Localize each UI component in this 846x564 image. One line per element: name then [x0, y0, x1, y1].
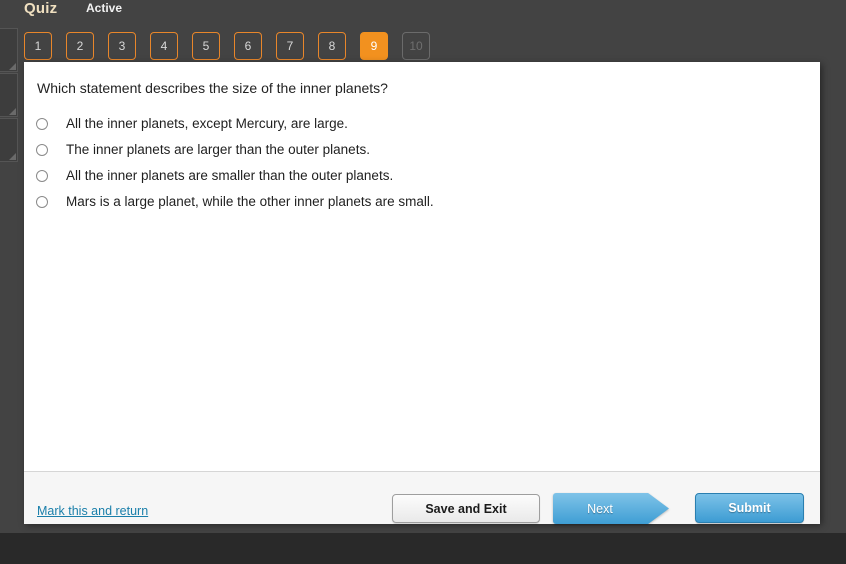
radio-button-icon[interactable] [36, 118, 48, 130]
radio-button-icon[interactable] [36, 170, 48, 182]
left-panel-3 [0, 118, 18, 162]
bottom-band [0, 533, 846, 564]
resize-grip-icon[interactable] [9, 108, 16, 115]
answer-option[interactable]: All the inner planets, except Mercury, a… [36, 114, 736, 140]
question-tab-9[interactable]: 9 [360, 32, 388, 60]
answer-option[interactable]: The inner planets are larger than the ou… [36, 140, 736, 166]
quiz-card: Which statement describes the size of th… [24, 62, 820, 524]
resize-grip-icon[interactable] [9, 153, 16, 160]
quiz-footer: Mark this and return Save and Exit Next … [24, 471, 820, 524]
question-tab-4[interactable]: 4 [150, 32, 178, 60]
answer-option[interactable]: All the inner planets are smaller than t… [36, 166, 736, 192]
question-tab-1[interactable]: 1 [24, 32, 52, 60]
next-button-label: Next [587, 501, 613, 516]
answer-option-label: Mars is a large planet, while the other … [66, 194, 434, 209]
left-panel-2 [0, 73, 18, 117]
quiz-header: Quiz Active [0, 0, 846, 24]
submit-button[interactable]: Submit [695, 493, 804, 523]
question-tab-2[interactable]: 2 [66, 32, 94, 60]
next-button[interactable]: Next [553, 493, 669, 524]
quiz-screen: Quiz Active 1 2 3 4 5 6 7 8 9 10 Which statement … [0, 0, 846, 564]
page-title: Quiz [24, 0, 58, 17]
question-tab-6[interactable]: 6 [234, 32, 262, 60]
question-tab-5[interactable]: 5 [192, 32, 220, 60]
resize-grip-icon[interactable] [9, 63, 16, 70]
radio-button-icon[interactable] [36, 196, 48, 208]
answer-option-label: All the inner planets, except Mercury, a… [66, 116, 348, 131]
left-edge-panels [0, 28, 18, 163]
left-panel-1 [0, 28, 18, 72]
answer-option-label: The inner planets are larger than the ou… [66, 142, 370, 157]
answer-option-label: All the inner planets are smaller than t… [66, 168, 394, 183]
answer-options-list: All the inner planets, except Mercury, a… [36, 114, 736, 218]
question-tab-7[interactable]: 7 [276, 32, 304, 60]
question-number-nav: 1 2 3 4 5 6 7 8 9 10 [24, 32, 430, 60]
answer-option[interactable]: Mars is a large planet, while the other … [36, 192, 736, 218]
question-tab-10: 10 [402, 32, 430, 60]
question-tab-3[interactable]: 3 [108, 32, 136, 60]
mark-this-and-return-link[interactable]: Mark this and return [37, 504, 148, 518]
status-badge: Active [86, 1, 123, 15]
question-text: Which statement describes the size of th… [37, 80, 388, 96]
radio-button-icon[interactable] [36, 144, 48, 156]
question-tab-8[interactable]: 8 [318, 32, 346, 60]
save-and-exit-button[interactable]: Save and Exit [392, 494, 540, 523]
